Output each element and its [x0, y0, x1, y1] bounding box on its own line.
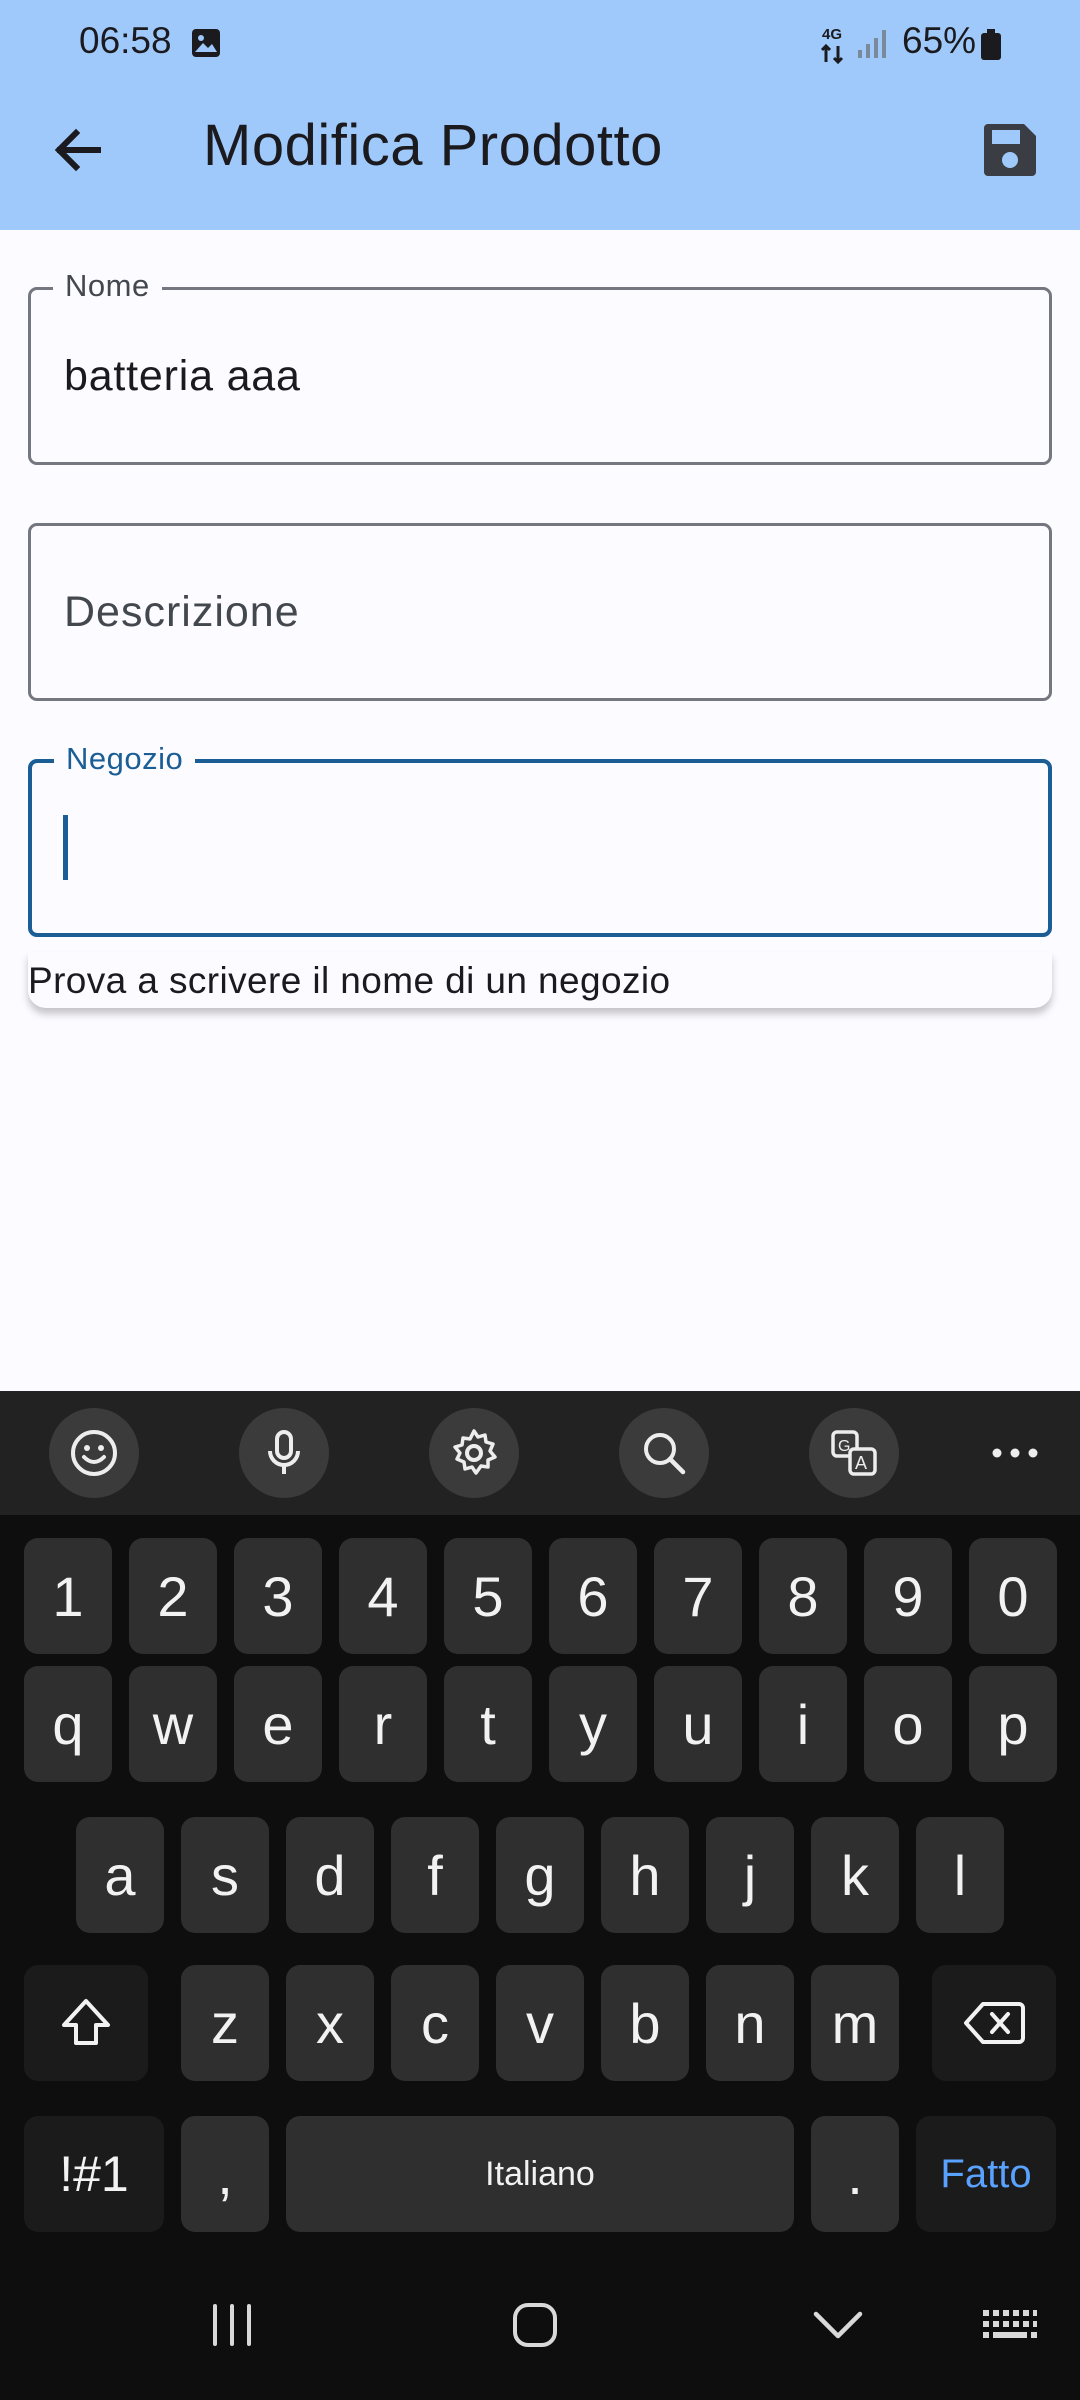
key-2[interactable]: 2	[129, 1538, 217, 1654]
battery-icon	[981, 29, 1001, 60]
backspace-icon	[964, 2002, 1025, 2044]
key-4[interactable]: 4	[339, 1538, 427, 1654]
hide-keyboard-icon	[813, 2311, 863, 2339]
voice-input-button[interactable]	[239, 1408, 329, 1498]
key-y[interactable]: y	[549, 1666, 637, 1782]
network-4g-icon: 4G	[820, 26, 844, 64]
app-bar: 06:58 4G 65% Modifica Prodotto	[0, 0, 1080, 230]
signal-icon	[858, 30, 886, 58]
key-l[interactable]: l	[916, 1817, 1004, 1933]
navigation-bar	[0, 2240, 1080, 2400]
save-button[interactable]	[980, 120, 1040, 180]
key-m[interactable]: m	[811, 1965, 899, 2081]
key-c[interactable]: c	[391, 1965, 479, 2081]
descrizione-placeholder: Descrizione	[64, 588, 300, 636]
period-key[interactable]: .	[811, 2116, 899, 2232]
key-3[interactable]: 3	[234, 1538, 322, 1654]
key-v[interactable]: v	[496, 1965, 584, 2081]
microphone-icon	[268, 1430, 300, 1474]
key-o[interactable]: o	[864, 1666, 952, 1782]
home-icon	[513, 2303, 557, 2347]
keyboard-switch-button[interactable]	[965, 2280, 1055, 2370]
keyboard-icon	[983, 2310, 1037, 2338]
suggestion-text: Prova a scrivere il nome di un negozio	[28, 960, 671, 1001]
translate-icon: G A	[831, 1430, 877, 1476]
key-n[interactable]: n	[706, 1965, 794, 2081]
key-k[interactable]: k	[811, 1817, 899, 1933]
negozio-suggestion[interactable]: Prova a scrivere il nome di un negozio	[28, 952, 1052, 1008]
key-q[interactable]: q	[24, 1666, 112, 1782]
translate-button[interactable]: G A	[809, 1408, 899, 1498]
status-time: 06:58	[79, 20, 172, 61]
nome-field[interactable]: Nome batteria aaa	[28, 268, 1052, 465]
more-options-button[interactable]	[985, 1408, 1045, 1498]
nome-label: Nome	[53, 268, 162, 304]
shift-key[interactable]	[24, 1965, 148, 2081]
key-u[interactable]: u	[654, 1666, 742, 1782]
shift-icon	[62, 1999, 110, 2045]
search-icon	[644, 1433, 686, 1475]
symbols-key[interactable]: !#1	[24, 2116, 164, 2232]
recents-icon	[213, 2304, 251, 2346]
keyboard-toolbar: G A	[0, 1391, 1080, 1515]
key-z[interactable]: z	[181, 1965, 269, 2081]
hide-keyboard-button[interactable]	[793, 2280, 883, 2370]
key-j[interactable]: j	[706, 1817, 794, 1933]
key-1[interactable]: 1	[24, 1538, 112, 1654]
page-title: Modifica Prodotto	[203, 113, 663, 178]
save-icon	[984, 124, 1036, 176]
key-f[interactable]: f	[391, 1817, 479, 1933]
key-0[interactable]: 0	[969, 1538, 1057, 1654]
done-key[interactable]: Fatto	[916, 2116, 1056, 2232]
keyboard-search-button[interactable]	[619, 1408, 709, 1498]
key-5[interactable]: 5	[444, 1538, 532, 1654]
keyboard-settings-button[interactable]	[429, 1408, 519, 1498]
emoji-icon	[71, 1430, 117, 1476]
key-w[interactable]: w	[129, 1666, 217, 1782]
key-t[interactable]: t	[444, 1666, 532, 1782]
descrizione-field[interactable]: Descrizione	[28, 523, 1052, 701]
arrow-left-icon	[54, 128, 101, 172]
backspace-key[interactable]	[932, 1965, 1056, 2081]
nome-value: batteria aaa	[64, 352, 301, 400]
space-key[interactable]: Italiano	[286, 2116, 794, 2232]
emoji-button[interactable]	[49, 1408, 139, 1498]
text-cursor	[63, 815, 68, 880]
key-h[interactable]: h	[601, 1817, 689, 1933]
comma-key[interactable]: ,	[181, 2116, 269, 2232]
recents-button[interactable]	[187, 2280, 277, 2370]
settings-icon	[453, 1429, 497, 1475]
key-b[interactable]: b	[601, 1965, 689, 2081]
key-e[interactable]: e	[234, 1666, 322, 1782]
key-x[interactable]: x	[286, 1965, 374, 2081]
key-r[interactable]: r	[339, 1666, 427, 1782]
key-s[interactable]: s	[181, 1817, 269, 1933]
key-6[interactable]: 6	[549, 1538, 637, 1654]
svg-text:A: A	[855, 1453, 867, 1473]
negozio-label: Negozio	[54, 741, 196, 777]
more-icon	[992, 1448, 1038, 1458]
key-d[interactable]: d	[286, 1817, 374, 1933]
key-p[interactable]: p	[969, 1666, 1057, 1782]
battery-percentage: 65%	[902, 20, 977, 61]
key-g[interactable]: g	[496, 1817, 584, 1933]
home-button[interactable]	[490, 2280, 580, 2370]
key-9[interactable]: 9	[864, 1538, 952, 1654]
key-i[interactable]: i	[759, 1666, 847, 1782]
back-button[interactable]	[48, 120, 108, 180]
negozio-field[interactable]: Negozio	[28, 741, 1052, 937]
key-a[interactable]: a	[76, 1817, 164, 1933]
gallery-notification-icon	[192, 29, 220, 57]
key-8[interactable]: 8	[759, 1538, 847, 1654]
key-7[interactable]: 7	[654, 1538, 742, 1654]
status-bar: 06:58 4G 65%	[0, 0, 1080, 90]
svg-text:4G: 4G	[822, 26, 842, 43]
